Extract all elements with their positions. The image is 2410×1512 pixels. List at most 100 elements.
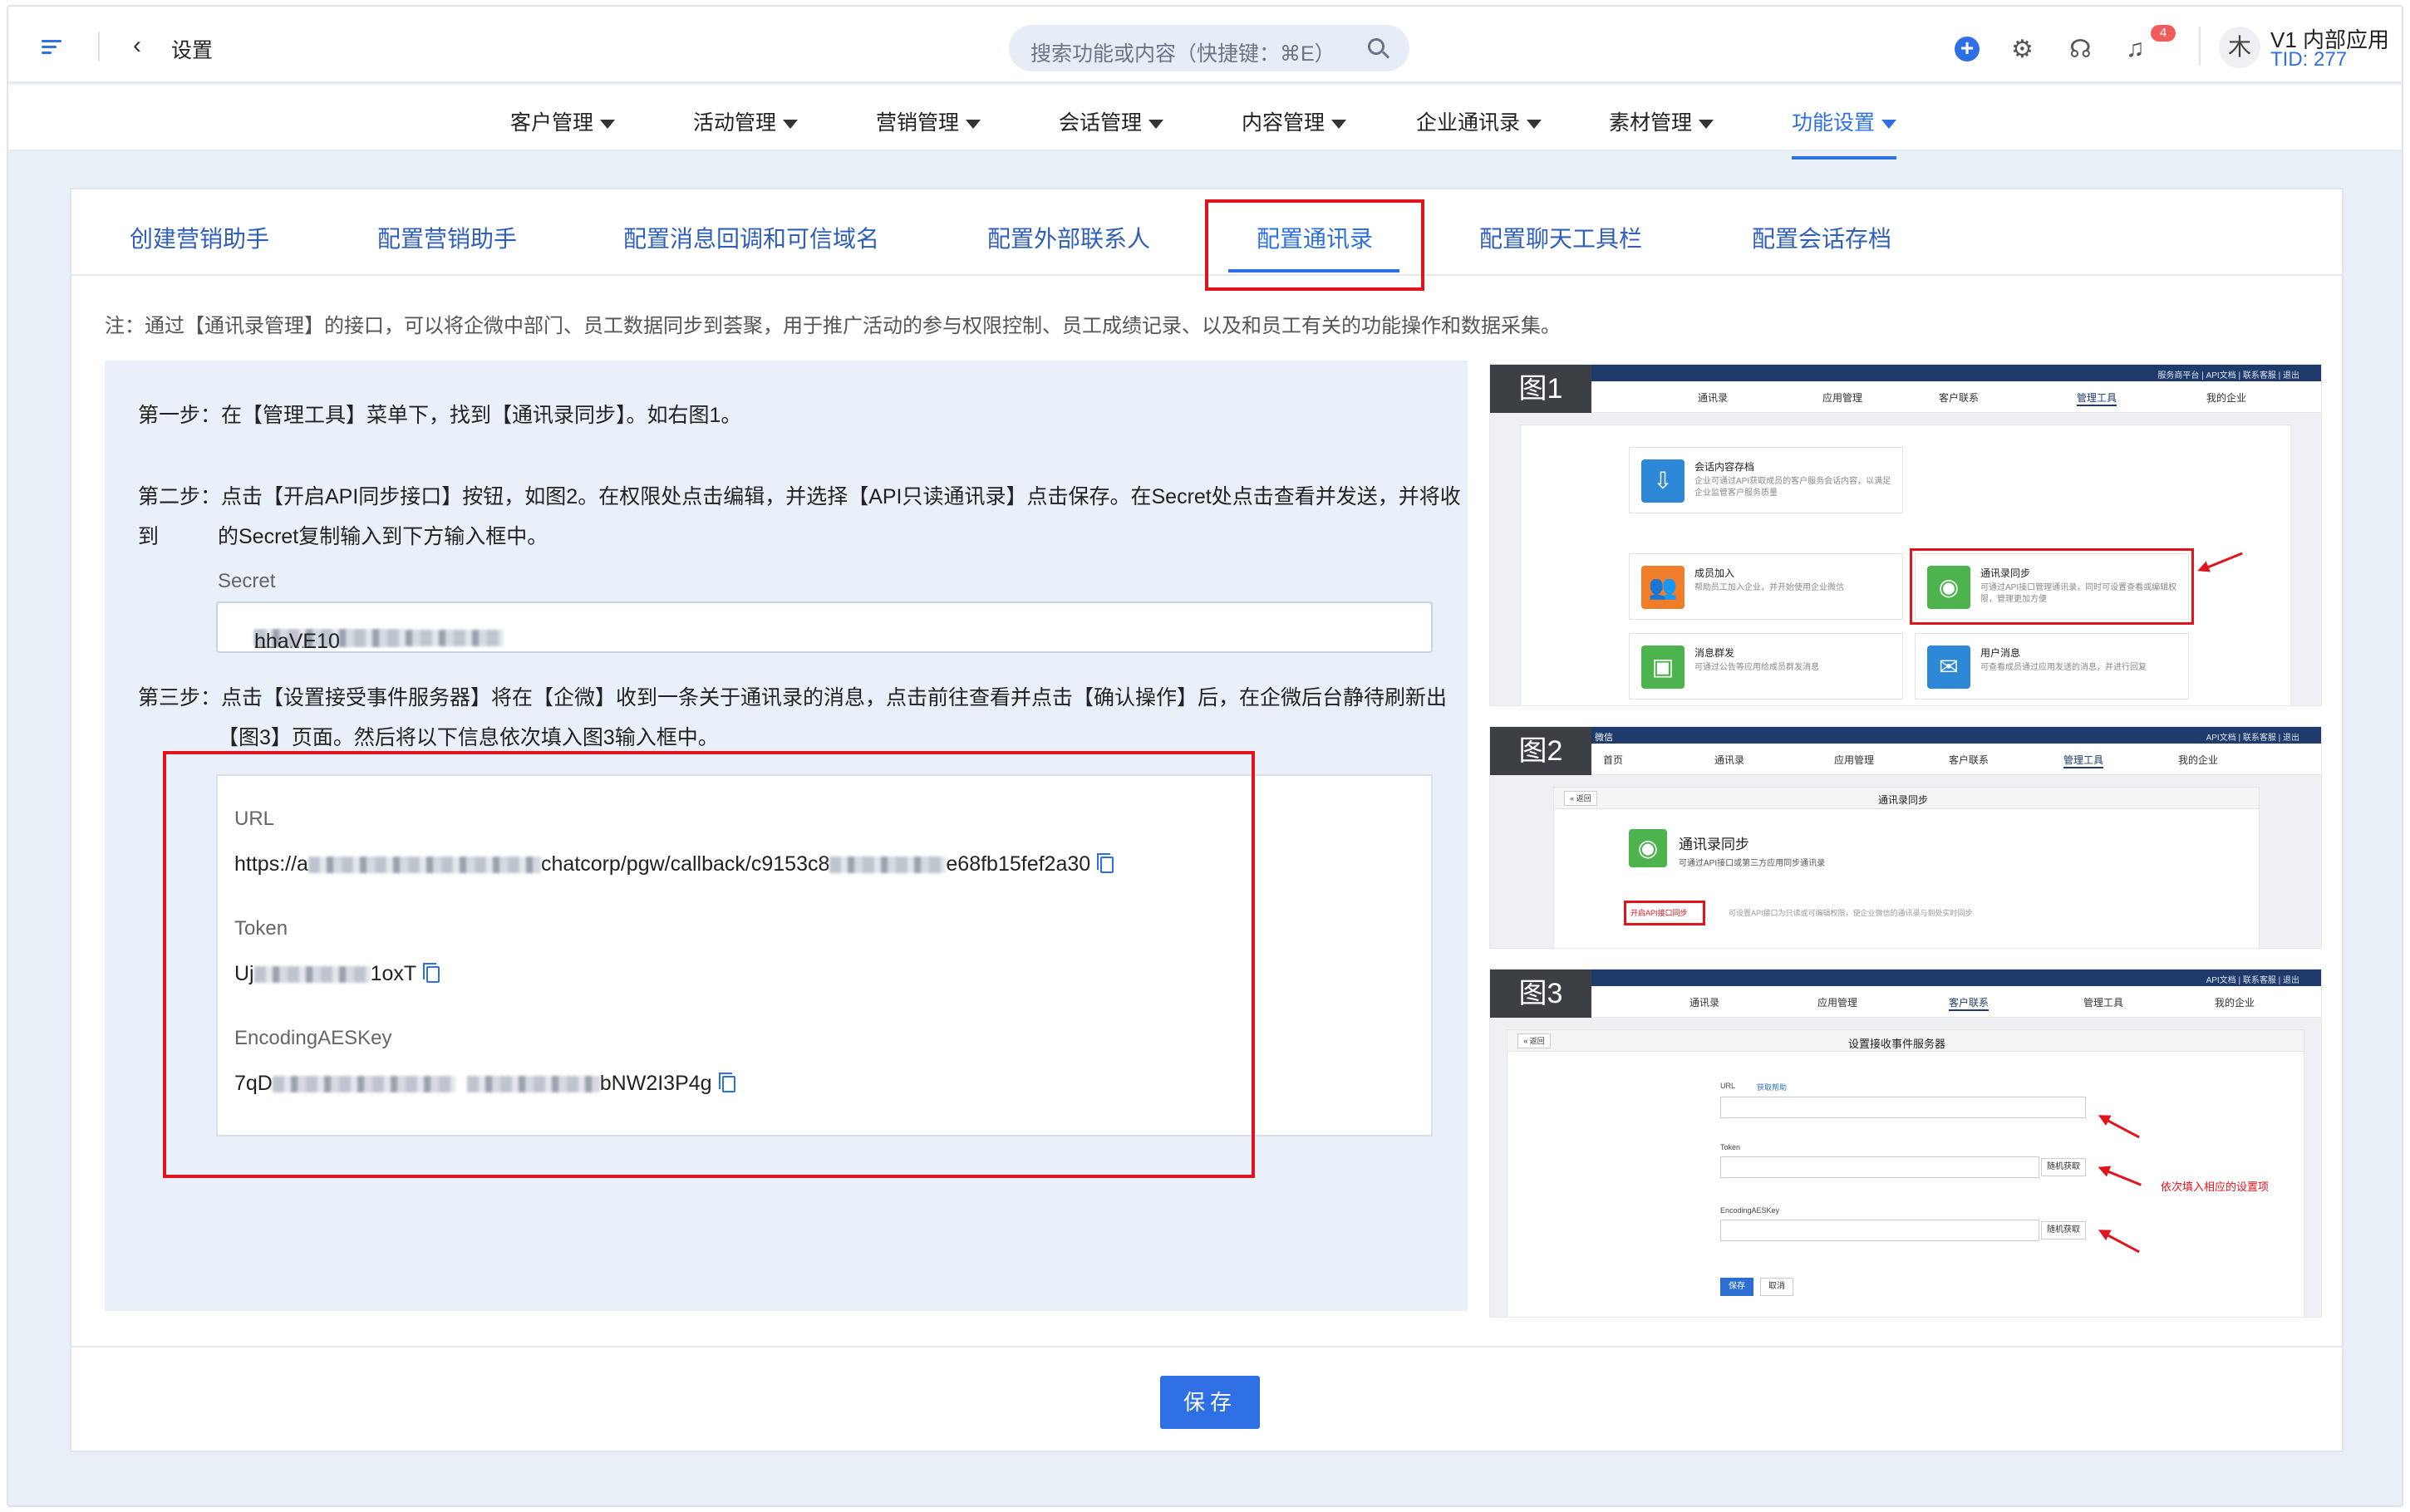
- fig-menu-item: 通讯录: [1714, 754, 1745, 766]
- nav-item-marketing[interactable]: 营销管理: [876, 106, 981, 136]
- fig-card-desc: 企业可通过API获取成员的客户服务会话内容，以满足企业监管客户服务质量: [1694, 477, 1891, 498]
- figure-tag: 图2: [1490, 727, 1591, 775]
- nav-item-settings[interactable]: 功能设置: [1792, 106, 1897, 160]
- fig-random-button: 随机获取: [2041, 1221, 2086, 1240]
- avatar[interactable]: 木: [2219, 27, 2260, 68]
- fig-body: ⇩ 会话内容存档 企业可通过API获取成员的客户服务会话内容，以满足企业监管客户…: [1490, 413, 2321, 705]
- settings-card: 创建营销助手 配置营销助手 配置消息回调和可信域名 配置外部联系人 配置通讯录 …: [70, 188, 2344, 1452]
- tab-config-external-contacts[interactable]: 配置外部联系人: [987, 221, 1150, 254]
- tab-create-assistant[interactable]: 创建营销助手: [130, 221, 269, 254]
- fig-card-title: 会话内容存档: [1694, 461, 1755, 473]
- caret-down-icon: [600, 119, 616, 129]
- step-3-line-1: 第三步：点击【设置接受事件服务器】将在【企微】收到一条关于通讯录的消息，点击前往…: [138, 686, 1448, 709]
- step-1: 第一步：在【管理工具】菜单下，找到【通讯录同步】。如右图1。: [138, 404, 742, 427]
- fig-header-bar: 服务商平台 | API文档 | 联系客服 | 退出: [1490, 365, 2321, 381]
- fig-menu-item: 我的企业: [2206, 392, 2247, 404]
- fig-body: « 返回 设置接收事件服务器 URL 获取帮助 Token 随机获取 Encod…: [1490, 1018, 2321, 1317]
- sync-icon: ◉: [1629, 829, 1667, 867]
- figure-2: 图2 微信 API文档 | 联系客服 | 退出 首页 通讯录 应用管理 客户联系 …: [1489, 726, 2322, 949]
- fig-menu-item: 管理工具: [2083, 997, 2124, 1009]
- fig-body: « 返回 通讯录同步 ◉ 通讯录同步 可通过API接口或第三方应用同步通讯录 开…: [1490, 775, 2321, 948]
- fig-card-desc: 可查看成员通过应用发送的消息，并进行回复: [1980, 663, 2147, 672]
- nav-item-assets[interactable]: 素材管理: [1609, 106, 1714, 136]
- figure-1: 图1 服务商平台 | API文档 | 联系客服 | 退出 通讯录 应用管理 客户…: [1489, 364, 2322, 706]
- fig-card-desc: 帮助员工加入企业，并开始使用企业微信: [1694, 583, 1844, 592]
- tab-config-session-archive[interactable]: 配置会话存档: [1752, 221, 1891, 254]
- menu-toggle-icon[interactable]: [42, 40, 61, 54]
- figure-3: 图3 API文档 | 联系客服 | 退出 通讯录 应用管理 客户联系 管理工具 …: [1489, 969, 2322, 1318]
- fig-menu-item: 应用管理: [1822, 392, 1863, 404]
- fig-content-header: « 返回 通讯录同步: [1554, 788, 2259, 809]
- caret-down-icon: [783, 119, 799, 129]
- caret-down-icon: [1148, 119, 1164, 129]
- caret-down-icon: [1699, 119, 1714, 129]
- search-icon[interactable]: [1368, 38, 1385, 55]
- page-title: 设置: [171, 39, 214, 62]
- app-window: ‹ 设置 搜索功能或内容（快捷键：⌘E） + ⚙ ☊ ♫ 4 木 V1 内部应用…: [7, 5, 2403, 1507]
- tab-config-chat-toolbar[interactable]: 配置聊天工具栏: [1479, 221, 1642, 254]
- back-icon[interactable]: ‹: [133, 32, 141, 60]
- fig-card: ▣ 消息群发 可通过公告等应用给成员群发消息: [1629, 633, 1903, 700]
- fig-token-input: [1720, 1156, 2039, 1178]
- top-bar: ‹ 设置 搜索功能或内容（快捷键：⌘E） + ⚙ ☊ ♫ 4 木 V1 内部应用…: [8, 7, 2402, 83]
- caret-down-icon: [1331, 119, 1347, 129]
- fig-menu-item: 我的企业: [2215, 997, 2255, 1009]
- fig-card-title: 成员加入: [1694, 567, 1735, 579]
- save-button[interactable]: 保存: [1160, 1376, 1260, 1429]
- fig-menu-item: 首页: [1603, 754, 1624, 766]
- fig-highlight: [1910, 548, 2194, 625]
- highlight-box-tab: [1205, 199, 1424, 291]
- fig-card-desc: 可通过公告等应用给成员群发消息: [1694, 663, 1819, 672]
- message-icon: ✉: [1927, 646, 1970, 689]
- tab-config-assistant[interactable]: 配置营销助手: [377, 221, 517, 254]
- fig-card-title: 用户消息: [1980, 647, 2021, 659]
- headset-icon[interactable]: ☊: [2069, 35, 2092, 64]
- broadcast-icon: ▣: [1641, 646, 1685, 689]
- fig-header-bar: API文档 | 联系客服 | 退出: [1490, 970, 2321, 986]
- fig-url-label: URL: [1720, 1082, 1736, 1090]
- fig-menu-item: 应用管理: [1834, 754, 1875, 766]
- secret-value: Zsohn hhaVE10: [236, 616, 504, 653]
- fig-menu: 通讯录 应用管理 客户联系 管理工具 我的企业: [1490, 986, 2321, 1018]
- fig-menu-item: 我的企业: [2178, 754, 2219, 766]
- search-placeholder: 搜索功能或内容（快捷键：⌘E）: [1030, 42, 1335, 66]
- nav-item-session[interactable]: 会话管理: [1059, 106, 1164, 136]
- fig-menu-item: 客户联系: [1949, 754, 1989, 766]
- fig-card: ✉ 用户消息 可查看成员通过应用发送的消息，并进行回复: [1915, 633, 2189, 700]
- fig-enable-api-button: 开启API接口同步: [1630, 909, 1688, 917]
- nav-item-activity[interactable]: 活动管理: [693, 106, 799, 136]
- nav-item-contacts[interactable]: 企业通讯录: [1416, 106, 1542, 136]
- fig-menu-item: 管理工具: [2063, 753, 2104, 768]
- org-tid: TID: 277: [2270, 48, 2348, 71]
- arrow-icon: [2102, 1168, 2142, 1186]
- highlight-box-info: [163, 751, 1255, 1178]
- fig-save-button: 保存: [1720, 1278, 1753, 1296]
- main-nav: 客户管理 活动管理 营销管理 会话管理 内容管理 企业通讯录 素材管理 功能设置: [8, 85, 2402, 160]
- fig-token-label: Token: [1720, 1143, 1741, 1151]
- fig-help-link: 获取帮助: [1757, 1083, 1788, 1092]
- fig-title: 通讯录同步: [1679, 837, 1749, 852]
- fig-content: « 返回 通讯录同步 ◉ 通讯录同步 可通过API接口或第三方应用同步通讯录 开…: [1553, 787, 2260, 948]
- nav-item-content[interactable]: 内容管理: [1242, 106, 1347, 136]
- fig-button-desc: 可设置API接口为只读或可编辑权限，使企业微信的通讯录与到处实时同步: [1729, 909, 1973, 917]
- fig-cancel-button: 取消: [1760, 1278, 1793, 1296]
- bell-icon[interactable]: ♫: [2126, 35, 2145, 63]
- fig-content-title: 通讯录同步: [1878, 794, 1929, 806]
- nav-item-customer[interactable]: 客户管理: [510, 106, 616, 136]
- fig-menu: 通讯录 应用管理 客户联系 管理工具 我的企业: [1490, 381, 2321, 413]
- add-icon[interactable]: +: [1955, 37, 1980, 61]
- arrow-icon: [2201, 552, 2243, 571]
- fig-content: « 返回 设置接收事件服务器 URL 获取帮助 Token 随机获取 Encod…: [1507, 1029, 2304, 1317]
- gear-icon[interactable]: ⚙: [2011, 35, 2034, 64]
- fig-menu-item: 客户联系: [1949, 995, 1989, 1011]
- archive-icon: ⇩: [1641, 459, 1685, 503]
- fig-back-button: « 返回: [1517, 1033, 1551, 1048]
- fig-menu-item: 通讯录: [1698, 392, 1729, 404]
- divider: [2199, 27, 2201, 65]
- tab-config-callback[interactable]: 配置消息回调和可信域名: [623, 221, 879, 254]
- fig-menu-item: 应用管理: [1817, 997, 1858, 1009]
- search-bar[interactable]: 搜索功能或内容（快捷键：⌘E）: [1009, 25, 1409, 71]
- secret-input[interactable]: Zsohn hhaVE10: [216, 601, 1433, 653]
- fig-menu: 首页 通讯录 应用管理 客户联系 管理工具 我的企业: [1490, 744, 2321, 775]
- fig-aes-label: EncodingAESKey: [1720, 1206, 1780, 1215]
